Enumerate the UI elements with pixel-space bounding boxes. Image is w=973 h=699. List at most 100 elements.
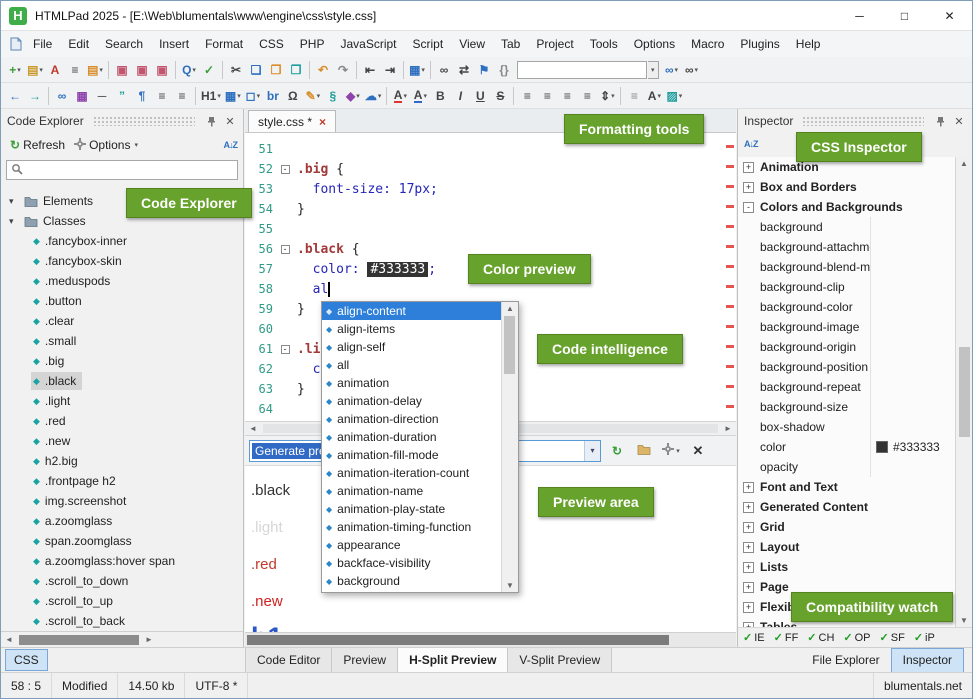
site-link[interactable]: blumentals.net (873, 673, 972, 698)
menu-project[interactable]: Project (528, 33, 581, 55)
autocomplete-item-background[interactable]: ◆background (322, 572, 501, 590)
menu-format[interactable]: Format (197, 33, 251, 55)
inspector-prop-box-shadow[interactable]: box-shadow (738, 417, 955, 437)
expand-toggle-icon[interactable]: - (743, 202, 754, 213)
edit-tag-button[interactable]: ✎▾ (303, 85, 323, 107)
autocomplete-item-backface-visibility[interactable]: ◆backface-visibility (322, 554, 501, 572)
inspector-prop-color[interactable]: color#333333 (738, 437, 955, 457)
inspector-prop-background-blend-mode[interactable]: background-blend-mode (738, 257, 955, 277)
maximize-button[interactable]: □ (882, 1, 927, 31)
panel-grip[interactable] (93, 116, 195, 126)
tree-item-meduspods[interactable]: ◆.meduspods (1, 271, 243, 291)
bold-button[interactable]: B (430, 85, 450, 107)
align-left-button[interactable]: ≡ (517, 85, 537, 107)
menu-search[interactable]: Search (97, 33, 151, 55)
menu-insert[interactable]: Insert (151, 33, 197, 55)
scroll-up-icon[interactable]: ▲ (506, 304, 514, 313)
tree-item-red[interactable]: ◆.red (1, 411, 243, 431)
tree-item-light[interactable]: ◆.light (1, 391, 243, 411)
replace-in-files-button[interactable]: ⇄ (454, 59, 474, 81)
scroll-right-icon[interactable]: ► (720, 424, 736, 433)
scroll-down-icon[interactable]: ▼ (960, 616, 968, 625)
new-from-template-button[interactable]: A (45, 59, 65, 81)
expand-toggle-icon[interactable]: + (743, 182, 754, 193)
autocomplete-item-all[interactable]: ◆all (322, 356, 501, 374)
autocomplete-item-animation-direction[interactable]: ◆animation-direction (322, 410, 501, 428)
clipboard-history-button[interactable]: ❒ (286, 59, 306, 81)
code-snippets-button[interactable]: {} (494, 59, 514, 81)
menu-tab[interactable]: Tab (493, 33, 528, 55)
tree-item-a-zoomglass-hover-span[interactable]: ◆a.zoomglass:hover span (1, 551, 243, 571)
tree-item-span-zoomglass[interactable]: ◆span.zoomglass (1, 531, 243, 551)
expand-toggle-icon[interactable]: + (743, 562, 754, 573)
menu-edit[interactable]: Edit (60, 33, 97, 55)
copy-button[interactable]: ❏ (246, 59, 266, 81)
inspector-prop-background-origin[interactable]: background-origin (738, 337, 955, 357)
quick-search-combobox[interactable]: ▾ (517, 61, 659, 79)
tree-item-scroll-to-back[interactable]: ◆.scroll_to_back (1, 611, 243, 631)
preview-refresh-button[interactable]: ↻ (606, 440, 628, 462)
open-file-button[interactable]: ▤▾ (25, 59, 45, 81)
inspector-section-font-and-text[interactable]: +Font and Text (738, 477, 955, 497)
scrollbar-thumb[interactable] (247, 635, 669, 645)
cut-button[interactable]: ✂ (226, 59, 246, 81)
inspector-section-colors-and-backgrounds[interactable]: -Colors and Backgrounds (738, 197, 955, 217)
scroll-left-icon[interactable]: ◄ (1, 635, 17, 644)
inspector-vertical-scrollbar[interactable]: ▲ ▼ (955, 157, 972, 627)
align-right-button[interactable]: ≡ (557, 85, 577, 107)
inspector-prop-background-clip[interactable]: background-clip (738, 277, 955, 297)
panel-grip[interactable] (802, 116, 924, 126)
undo-button[interactable]: ↶ (313, 59, 333, 81)
tree-item-clear[interactable]: ◆.clear (1, 311, 243, 331)
layout-views-button[interactable]: ▦▾ (407, 59, 427, 81)
refresh-button[interactable]: ↻ Refresh (7, 136, 68, 154)
tree-item-black[interactable]: ◆.black (1, 371, 243, 391)
expand-toggle-icon[interactable]: + (743, 602, 754, 613)
document-icon[interactable] (7, 37, 25, 51)
tab-close-icon[interactable]: × (319, 115, 326, 129)
tree-item-h2-big[interactable]: ◆h2.big (1, 451, 243, 471)
save-button[interactable]: ▣ (112, 59, 132, 81)
menu-options[interactable]: Options (626, 33, 683, 55)
inspector-prop-background-size[interactable]: background-size (738, 397, 955, 417)
inspector-prop-background[interactable]: background (738, 217, 955, 237)
scroll-down-icon[interactable]: ▼ (506, 581, 514, 590)
expander-icon[interactable]: ▾ (9, 196, 22, 207)
autocomplete-item-align-self[interactable]: ◆align-self (322, 338, 501, 356)
autocomplete-item-appearance[interactable]: ◆appearance (322, 536, 501, 554)
autocomplete-item-animation-timing-function[interactable]: ◆animation-timing-function (322, 518, 501, 536)
autocomplete-item-animation[interactable]: ◆animation (322, 374, 501, 392)
scroll-up-icon[interactable]: ▲ (960, 159, 968, 168)
forward-button[interactable]: → (25, 85, 45, 107)
view-tab-h-split-preview[interactable]: H-Split Preview (398, 648, 508, 673)
scroll-right-icon[interactable]: ► (141, 635, 157, 644)
insert-hr-button[interactable]: ─ (92, 85, 112, 107)
tree-item-scroll-to-up[interactable]: ◆.scroll_to_up (1, 591, 243, 611)
omega-button[interactable]: Ω (283, 85, 303, 107)
autocomplete-item-align-items[interactable]: ◆align-items (322, 320, 501, 338)
color-picker-button[interactable]: ◆▾ (343, 85, 363, 107)
font-color-button[interactable]: A▾ (390, 85, 410, 107)
view-tab-v-split-preview[interactable]: V-Split Preview (508, 648, 612, 673)
scrollbar-thumb[interactable] (959, 347, 970, 437)
tree-item-small[interactable]: ◆.small (1, 331, 243, 351)
autocomplete-item-animation-duration[interactable]: ◆animation-duration (322, 428, 501, 446)
line-break-button[interactable]: br (263, 85, 283, 107)
insert-comment-button[interactable]: ” (112, 85, 132, 107)
inspector-section-box-and-borders[interactable]: +Box and Borders (738, 177, 955, 197)
tree-item-scroll-to-down[interactable]: ◆.scroll_to_down (1, 571, 243, 591)
menu-help[interactable]: Help (788, 33, 829, 55)
find-next-button[interactable]: ∞▾ (662, 59, 682, 81)
panel-tab-file-explorer[interactable]: File Explorer (801, 648, 890, 673)
scrollbar-thumb[interactable] (504, 316, 515, 374)
view-tab-code-editor[interactable]: Code Editor (245, 648, 332, 673)
heading-button[interactable]: H1▾ (199, 85, 223, 107)
expand-toggle-icon[interactable]: + (743, 482, 754, 493)
expand-toggle-icon[interactable]: + (743, 502, 754, 513)
menu-plugins[interactable]: Plugins (732, 33, 787, 55)
inspector-section-lists[interactable]: +Lists (738, 557, 955, 577)
menu-php[interactable]: PHP (292, 33, 333, 55)
autocomplete-item-animation-delay[interactable]: ◆animation-delay (322, 392, 501, 410)
inspector-section-generated-content[interactable]: +Generated Content (738, 497, 955, 517)
font-button[interactable]: A▾ (644, 85, 664, 107)
